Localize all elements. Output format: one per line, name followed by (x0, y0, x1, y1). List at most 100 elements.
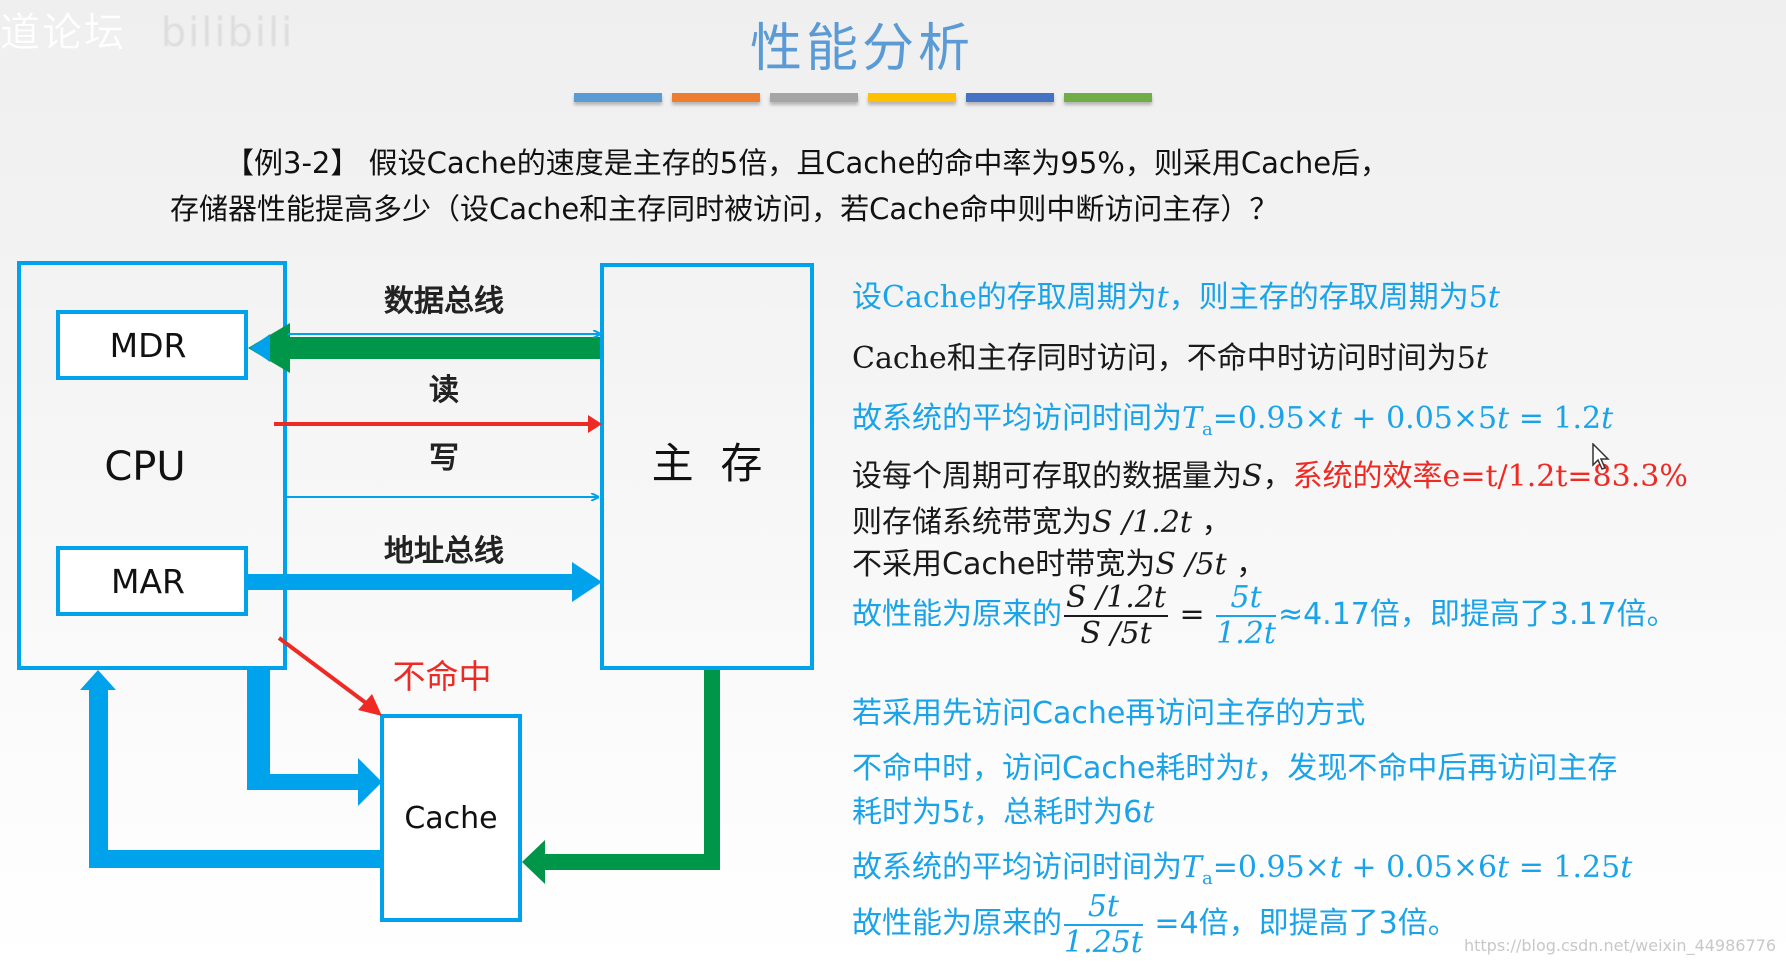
slide-title: 性能分析 (749, 19, 974, 79)
address-bus-label: 地址总线 (384, 534, 504, 569)
denominator: 1.2t (1216, 616, 1276, 651)
text: = 1.25 (1509, 850, 1621, 885)
color-bar (868, 93, 956, 102)
solution-line-5: 则存储系统带宽为S /1.2t ， (852, 497, 1232, 541)
denominator: 1.25t (1064, 925, 1143, 960)
var: t (1142, 795, 1155, 830)
mar-label: MAR (111, 562, 185, 601)
text: 设Cache的存取周期为 (852, 280, 1157, 315)
var: t (1156, 280, 1169, 315)
color-bar (966, 93, 1054, 102)
text: ，总耗时为6 (973, 795, 1143, 830)
text: 故性能为原来的 (852, 597, 1062, 632)
var: t (1487, 280, 1500, 315)
color-bar (672, 93, 760, 102)
var: T (1182, 850, 1203, 885)
text: ≈4.17倍，即提高了3.17倍。 (1277, 597, 1677, 632)
fraction: S /1.2t S /5t (1064, 581, 1168, 651)
text: ， (1191, 505, 1232, 540)
read-label: 读 (429, 373, 459, 408)
data-bus-arrow (288, 337, 600, 359)
solution-line-1: 设Cache的存取周期为t，则主存的存取周期为5t (852, 272, 1500, 316)
text: 故系统的平均访问时间为 (852, 850, 1182, 885)
watermark-url: https://blog.csdn.net/weixin_44986776 (1463, 936, 1776, 955)
text: =0.95× (1212, 401, 1330, 436)
solution-line-12: 故性能为原来的 5t 1.25t =4倍，即提高了3倍。 (852, 890, 1458, 960)
cpu-label: CPU (104, 444, 185, 490)
text: =0.95× (1212, 850, 1330, 885)
var: t (1329, 401, 1342, 436)
problem-line-2: 存储器性能提高多少（设Cache和主存同时被访问，若Cache命中则中断访问主存… (170, 192, 1279, 226)
memory-to-cache-arrow-head (522, 840, 545, 884)
text: =4倍，即提高了3倍。 (1144, 906, 1458, 941)
text: + 0.05×6 (1341, 850, 1498, 885)
text: 故性能为原来的 (852, 906, 1062, 941)
var: t (1601, 401, 1614, 436)
text: ，则主存的存取周期为5 (1168, 280, 1488, 315)
text: = 1.2 (1509, 401, 1602, 436)
text: Cache和主存同时访问，不命中时访问时间为5 (852, 341, 1476, 376)
var: t (1475, 341, 1488, 376)
expr: S /1.2t (1092, 505, 1192, 540)
text: + 0.05×5 (1341, 401, 1498, 436)
var: t (961, 795, 974, 830)
numerator: 5t (1064, 890, 1143, 926)
subscript: a (1202, 868, 1213, 889)
text: ，发现不命中后再访问主存 (1257, 751, 1618, 786)
text: 故系统的平均访问时间为 (852, 401, 1182, 436)
text: 则存储系统带宽为 (852, 505, 1092, 540)
text: ， (1226, 547, 1267, 582)
text: 不采用Cache时带宽为 (852, 547, 1156, 582)
var: t (1497, 401, 1510, 436)
cpu-cache-memory-diagram: CPU MDR MAR 主 存 Cache 数据总线 读 写 地址总线 不命中 (17, 261, 814, 922)
data-bus-arrow-head-blue (250, 334, 270, 362)
solution-line-9: 不命中时，访问Cache耗时为t，发现不命中后再访问主存 (852, 743, 1617, 787)
solution-line-10: 耗时为5t，总耗时为6t (852, 787, 1154, 831)
miss-arrow (277, 636, 372, 708)
text: = (1169, 597, 1215, 632)
var: T (1182, 401, 1203, 436)
var: S (1242, 459, 1263, 494)
efficiency-text: 系统的效率e=t/1.2t=83.3% (1292, 459, 1688, 494)
mouse-cursor-icon (1592, 443, 1610, 470)
solution-line-8: 若采用先访问Cache再访问主存的方式 (852, 696, 1366, 731)
expr: S /5t (1155, 547, 1227, 582)
fraction: 5t 1.2t (1216, 581, 1276, 651)
problem-line-1: 【例3-2】 假设Cache的速度是主存的5倍，且Cache的命中率为95%，则… (225, 146, 1390, 180)
fraction: 5t 1.25t (1064, 890, 1143, 960)
read-arrow-head (588, 415, 602, 433)
denominator: S /5t (1080, 616, 1152, 651)
numerator: S /1.2t (1064, 580, 1168, 617)
title-color-bars (574, 93, 1152, 102)
text: 耗时为5 (852, 795, 962, 830)
main-memory-label: 主 存 (652, 439, 763, 488)
subscript: a (1202, 419, 1213, 440)
solution-line-11: 故系统的平均访问时间为Ta=0.95×t + 0.05×6t = 1.25t (852, 842, 1632, 889)
solution-line-7: 故性能为原来的 S /1.2t S /5t = 5t 1.2t ≈4.17倍，即提高了3… (852, 581, 1677, 651)
solution-line-3: 故系统的平均访问时间为Ta=0.95×t + 0.05×5t = 1.2t (852, 393, 1613, 440)
var: t (1329, 850, 1342, 885)
text: 不命中时，访问Cache耗时为 (852, 751, 1246, 786)
color-bar (1064, 93, 1152, 102)
address-bus-arrow (246, 574, 576, 590)
miss-label: 不命中 (393, 657, 492, 696)
solution-line-6: 不采用Cache时带宽为S /5t ， (852, 539, 1266, 583)
text: ， (1262, 459, 1293, 494)
mdr-label: MDR (110, 326, 187, 365)
problem-statement: 【例3-2】 假设Cache的速度是主存的5倍，且Cache的命中率为95%，则… (170, 140, 1389, 232)
cache-to-cpu-arrow-head (80, 670, 116, 690)
memory-to-cache-arrow (545, 670, 720, 870)
cache-label: Cache (404, 801, 497, 836)
address-bus-arrow-head (572, 562, 602, 602)
var: t (1245, 751, 1258, 786)
color-bar (770, 93, 858, 102)
write-label: 写 (429, 441, 459, 476)
cpu-to-cache-arrow-head (358, 758, 382, 806)
var: t (1620, 850, 1633, 885)
solution-line-4: 设每个周期可存取的数据量为S，系统的效率e=t/1.2t=83.3% (852, 451, 1688, 495)
text: 设每个周期可存取的数据量为 (852, 459, 1242, 494)
var: t (1497, 850, 1510, 885)
solution-line-2: Cache和主存同时访问，不命中时访问时间为5t (852, 333, 1488, 377)
numerator: 5t (1216, 581, 1276, 617)
color-bar (574, 93, 662, 102)
